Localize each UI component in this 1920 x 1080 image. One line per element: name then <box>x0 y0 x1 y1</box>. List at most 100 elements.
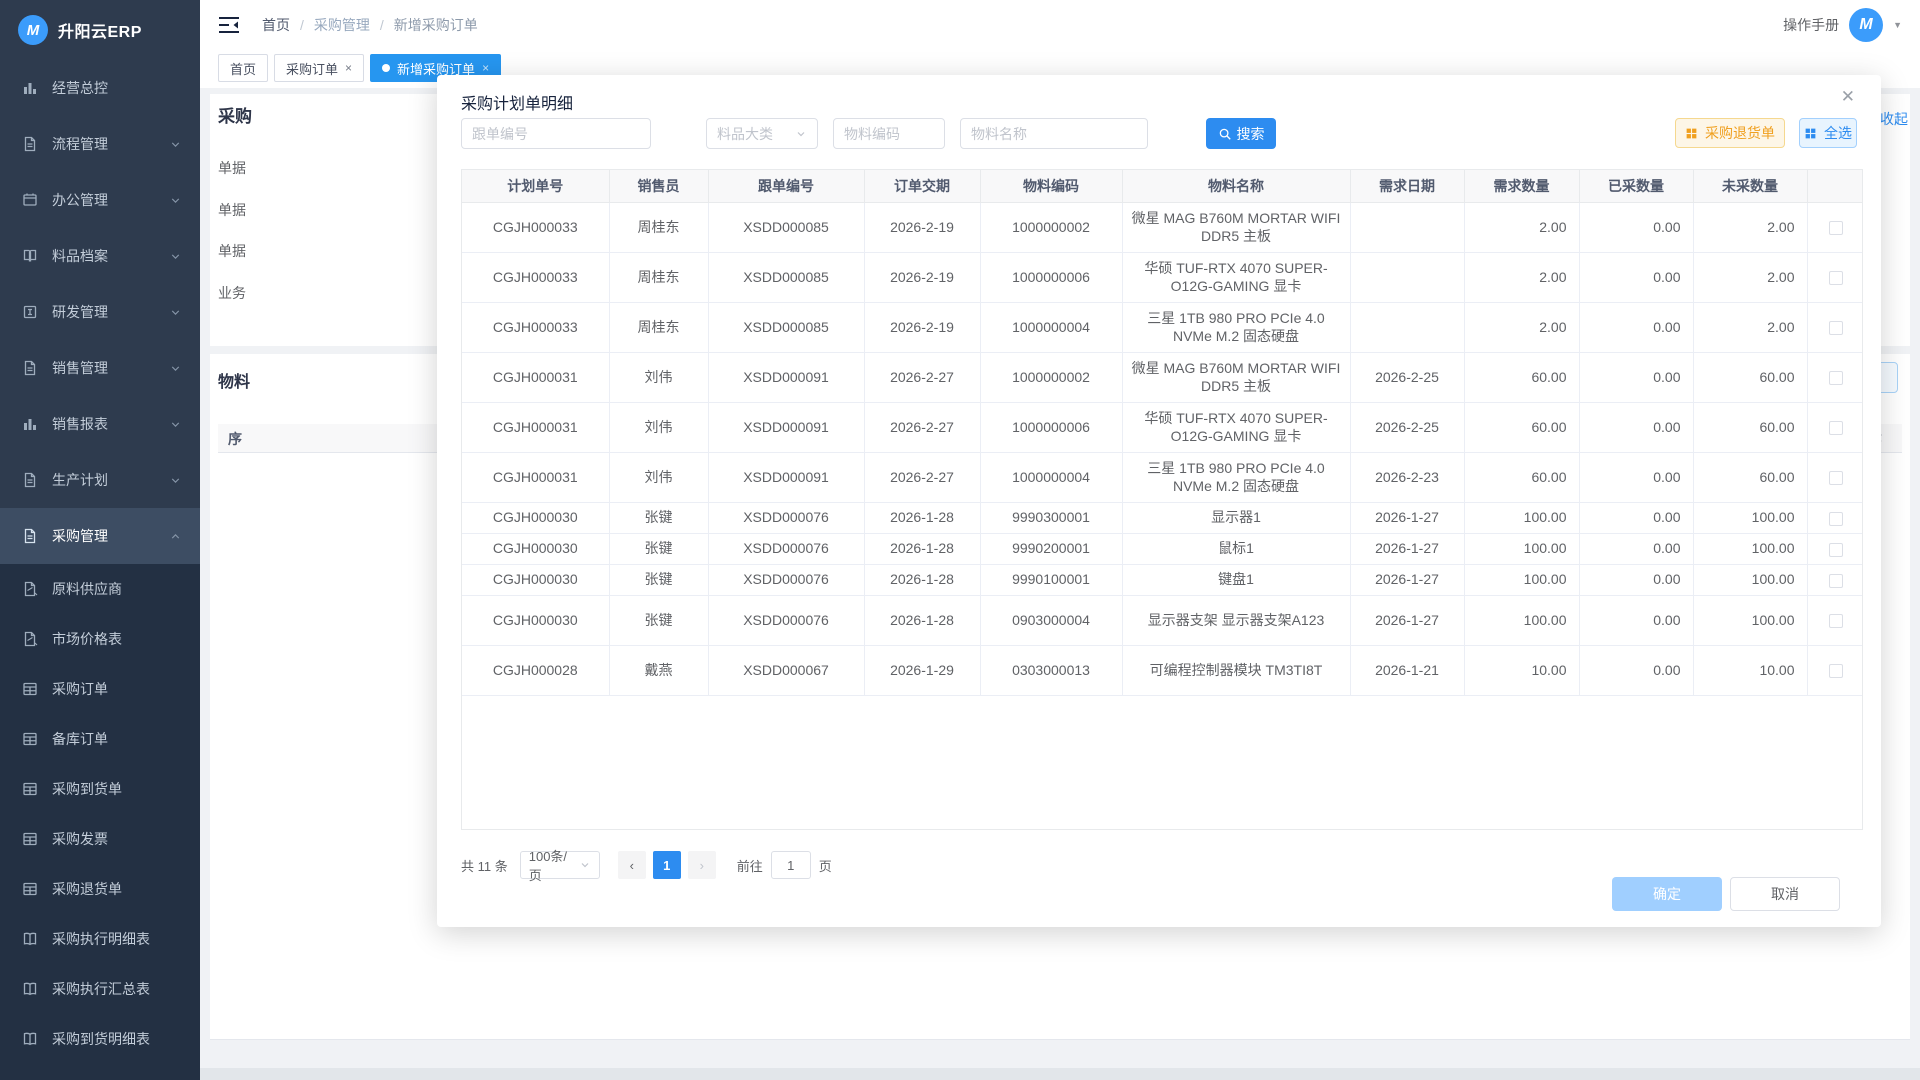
sidebar-item-生产计划[interactable]: 生产计划 <box>0 452 200 508</box>
goto-page-input[interactable] <box>771 851 811 879</box>
cell: 2026-1-27 <box>1350 533 1464 564</box>
chevron-down-icon <box>169 250 182 263</box>
cell: 9990300001 <box>980 502 1122 533</box>
current-page-button[interactable]: 1 <box>653 851 681 879</box>
sidebar-item-label: 料品档案 <box>52 246 169 266</box>
sidebar-subitem-备库订单[interactable]: 备库订单 <box>0 714 200 764</box>
row-checkbox[interactable] <box>1829 543 1843 557</box>
avatar[interactable]: M <box>1849 8 1883 42</box>
column-header-checkbox <box>1807 170 1863 202</box>
row-checkbox[interactable] <box>1829 664 1843 678</box>
row-checkbox[interactable] <box>1829 471 1843 485</box>
sidebar-subitem-采购发票明细表[interactable]: 采购发票明细表 <box>0 1064 200 1080</box>
sidebar-item-采购管理[interactable]: 采购管理 <box>0 508 200 564</box>
sidebar-subitem-采购执行汇总表[interactable]: 采购执行汇总表 <box>0 964 200 1014</box>
close-icon[interactable]: ✕ <box>1841 87 1855 107</box>
sidebar-subitem-采购退货单[interactable]: 采购退货单 <box>0 864 200 914</box>
row-checkbox[interactable] <box>1829 221 1843 235</box>
sidebar-item-经营总控[interactable]: 经营总控 <box>0 60 200 116</box>
sidebar-subitem-采购到货单[interactable]: 采购到货单 <box>0 764 200 814</box>
cell: CGJH000031 <box>462 402 609 452</box>
cell-checkbox <box>1807 645 1863 695</box>
cell: 2026-1-28 <box>864 564 980 595</box>
order-form-label: 单据 <box>218 200 246 220</box>
prev-page-button[interactable]: ‹ <box>618 851 646 879</box>
sidebar-item-办公管理[interactable]: 办公管理 <box>0 172 200 228</box>
app-title: 升阳云ERP <box>58 18 142 42</box>
cell: 显示器支架 显示器支架A123 <box>1122 595 1350 645</box>
material-name-input[interactable] <box>960 118 1148 149</box>
cell-checkbox <box>1807 352 1863 402</box>
sidebar-subitem-采购发票[interactable]: 采购发票 <box>0 814 200 864</box>
sidebar-item-label: 研发管理 <box>52 302 169 322</box>
sidebar-item-label: 采购管理 <box>52 526 169 546</box>
manual-link[interactable]: 操作手册 <box>1783 15 1839 35</box>
table-row: CGJH000033周桂东XSDD0000852026-2-1910000000… <box>462 202 1863 252</box>
purchase-return-button[interactable]: 采购退货单 <box>1675 118 1785 148</box>
cell: 张键 <box>609 533 708 564</box>
page-label: 页 <box>819 856 832 875</box>
cell: 2.00 <box>1464 252 1579 302</box>
cell: 刘伟 <box>609 452 708 502</box>
material-code-input[interactable] <box>833 118 945 149</box>
cell: 华硕 TUF-RTX 4070 SUPER-O12G-GAMING 显卡 <box>1122 402 1350 452</box>
sidebar-item-label: 办公管理 <box>52 190 169 210</box>
cell: 10.00 <box>1693 645 1807 695</box>
cell: CGJH000028 <box>462 645 609 695</box>
total-count: 共 11 条 <box>461 856 508 875</box>
column-header-已采数量: 已采数量 <box>1579 170 1693 202</box>
cell: 60.00 <box>1693 452 1807 502</box>
sidebar-subitem-采购执行明细表[interactable]: 采购执行明细表 <box>0 914 200 964</box>
collapse-sidebar-icon[interactable] <box>218 16 240 34</box>
breadcrumb-item[interactable]: 采购管理 <box>314 15 370 35</box>
page-size-select[interactable]: 100条/页 <box>520 851 600 879</box>
row-checkbox[interactable] <box>1829 614 1843 628</box>
row-checkbox[interactable] <box>1829 574 1843 588</box>
sidebar-subitem-采购到货明细表[interactable]: 采购到货明细表 <box>0 1014 200 1064</box>
main-area: 首页/采购管理/新增采购订单 操作手册 M ▼ 首页采购订单×新增采购订单× 采… <box>200 0 1920 1080</box>
row-checkbox[interactable] <box>1829 512 1843 526</box>
cell: 张键 <box>609 502 708 533</box>
breadcrumb-item[interactable]: 首页 <box>262 15 290 35</box>
search-icon <box>1218 127 1232 141</box>
row-checkbox[interactable] <box>1829 271 1843 285</box>
cell: 周桂东 <box>609 252 708 302</box>
sidebar-item-料品档案[interactable]: 料品档案 <box>0 228 200 284</box>
cancel-button[interactable]: 取消 <box>1730 877 1840 911</box>
table-icon <box>22 881 40 897</box>
row-checkbox[interactable] <box>1829 321 1843 335</box>
column-header-需求数量: 需求数量 <box>1464 170 1579 202</box>
collapse-link[interactable]: 收起 <box>1880 109 1908 129</box>
row-checkbox[interactable] <box>1829 421 1843 435</box>
cell: 0.00 <box>1579 202 1693 252</box>
row-checkbox[interactable] <box>1829 371 1843 385</box>
sidebar-item-流程管理[interactable]: 流程管理 <box>0 116 200 172</box>
sidebar-menu: 经营总控流程管理办公管理料品档案研发管理销售管理销售报表生产计划采购管理 <box>0 60 200 564</box>
doc-icon <box>22 360 40 376</box>
tab-采购订单[interactable]: 采购订单× <box>274 54 364 82</box>
doc-edit-icon <box>22 631 40 647</box>
sidebar-item-销售管理[interactable]: 销售管理 <box>0 340 200 396</box>
select-all-button[interactable]: 全选 <box>1799 118 1857 148</box>
horizontal-scrollbar[interactable] <box>200 1068 1920 1080</box>
cell-checkbox <box>1807 564 1863 595</box>
sidebar-subitem-原料供应商[interactable]: 原料供应商 <box>0 564 200 614</box>
cell: CGJH000030 <box>462 564 609 595</box>
sidebar-subitem-市场价格表[interactable]: 市场价格表 <box>0 614 200 664</box>
sidebar-item-销售报表[interactable]: 销售报表 <box>0 396 200 452</box>
chevron-down-icon[interactable]: ▼ <box>1893 20 1902 30</box>
cell: 2.00 <box>1693 202 1807 252</box>
cell-checkbox <box>1807 595 1863 645</box>
tab-首页[interactable]: 首页 <box>218 54 268 82</box>
close-icon[interactable]: × <box>482 62 489 74</box>
category-select[interactable]: 料品大类 <box>706 118 818 149</box>
sidebar-subitem-采购订单[interactable]: 采购订单 <box>0 664 200 714</box>
sidebar-item-研发管理[interactable]: 研发管理 <box>0 284 200 340</box>
cell: CGJH000030 <box>462 533 609 564</box>
confirm-button[interactable]: 确定 <box>1612 877 1722 911</box>
order-no-input[interactable] <box>461 118 651 149</box>
close-icon[interactable]: × <box>345 62 352 74</box>
search-button[interactable]: 搜索 <box>1206 118 1276 149</box>
next-page-button[interactable]: › <box>688 851 716 879</box>
sidebar-subitem-label: 市场价格表 <box>52 629 182 649</box>
